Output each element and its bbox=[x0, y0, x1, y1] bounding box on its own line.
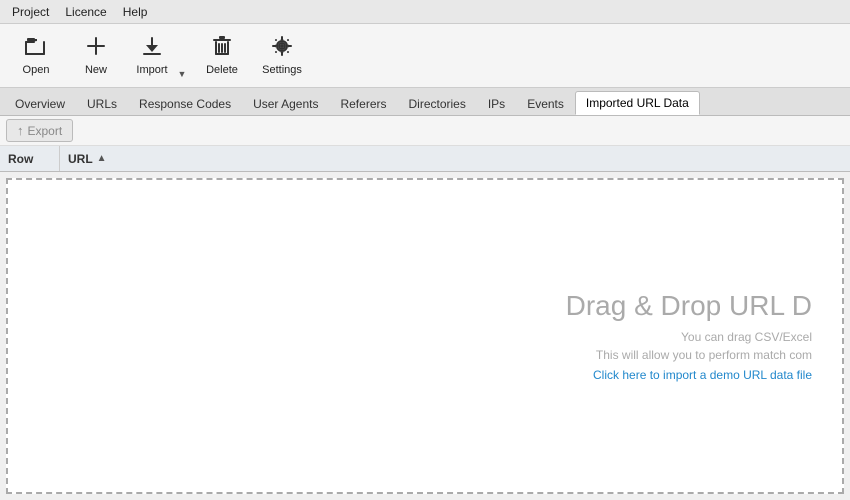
drop-subtitle-1: You can drag CSV/Excel bbox=[566, 330, 812, 344]
menu-project[interactable]: Project bbox=[4, 3, 57, 21]
export-label: Export bbox=[28, 124, 63, 138]
tab-directories[interactable]: Directories bbox=[397, 91, 476, 115]
open-label: Open bbox=[23, 65, 50, 76]
url-column-label: URL bbox=[68, 152, 93, 166]
sort-arrow-icon: ▲ bbox=[97, 153, 107, 164]
tab-referers[interactable]: Referers bbox=[329, 91, 397, 115]
import-demo-link[interactable]: Click here to import a demo URL data fil… bbox=[593, 368, 812, 382]
export-button[interactable]: ↑ Export bbox=[6, 119, 73, 142]
drop-zone[interactable]: Drag & Drop URL D You can drag CSV/Excel… bbox=[6, 178, 844, 494]
table-header: Row URL ▲ bbox=[0, 146, 850, 172]
column-url-header[interactable]: URL ▲ bbox=[60, 146, 850, 171]
import-icon bbox=[141, 35, 163, 60]
export-icon: ↑ bbox=[17, 123, 24, 138]
menu-bar: Project Licence Help bbox=[0, 0, 850, 24]
import-dropdown-arrow[interactable]: ▼ bbox=[175, 29, 189, 83]
menu-licence[interactable]: Licence bbox=[57, 3, 114, 21]
drop-title: Drag & Drop URL D bbox=[566, 290, 812, 322]
tab-response-codes[interactable]: Response Codes bbox=[128, 91, 242, 115]
tab-user-agents[interactable]: User Agents bbox=[242, 91, 329, 115]
delete-label: Delete bbox=[206, 65, 238, 76]
column-row-header: Row bbox=[0, 146, 60, 171]
tab-imported-url-data[interactable]: Imported URL Data bbox=[575, 91, 700, 115]
settings-label: Settings bbox=[262, 65, 302, 76]
import-label: Import bbox=[136, 64, 167, 76]
new-icon bbox=[85, 35, 107, 61]
menu-help[interactable]: Help bbox=[115, 3, 156, 21]
main-content: Drag & Drop URL D You can drag CSV/Excel… bbox=[0, 172, 850, 500]
import-button[interactable]: Import ▼ bbox=[128, 28, 190, 84]
drop-content: Drag & Drop URL D You can drag CSV/Excel… bbox=[536, 270, 842, 402]
toolbar: Open New Import ▼ bbox=[0, 24, 850, 88]
tab-ips[interactable]: IPs bbox=[477, 91, 516, 115]
new-button[interactable]: New bbox=[68, 29, 124, 83]
settings-button[interactable]: Settings bbox=[254, 29, 310, 83]
delete-icon bbox=[212, 35, 232, 61]
tab-bar: Overview URLs Response Codes User Agents… bbox=[0, 88, 850, 116]
tab-events[interactable]: Events bbox=[516, 91, 575, 115]
tab-urls[interactable]: URLs bbox=[76, 91, 128, 115]
open-icon bbox=[24, 35, 48, 61]
tab-overview[interactable]: Overview bbox=[4, 91, 76, 115]
import-main[interactable]: Import bbox=[129, 29, 175, 83]
new-label: New bbox=[85, 65, 107, 76]
action-bar: ↑ Export bbox=[0, 116, 850, 146]
open-button[interactable]: Open bbox=[8, 29, 64, 83]
drop-subtitle-2: This will allow you to perform match com bbox=[566, 348, 812, 362]
settings-icon bbox=[271, 35, 293, 61]
delete-button[interactable]: Delete bbox=[194, 29, 250, 83]
